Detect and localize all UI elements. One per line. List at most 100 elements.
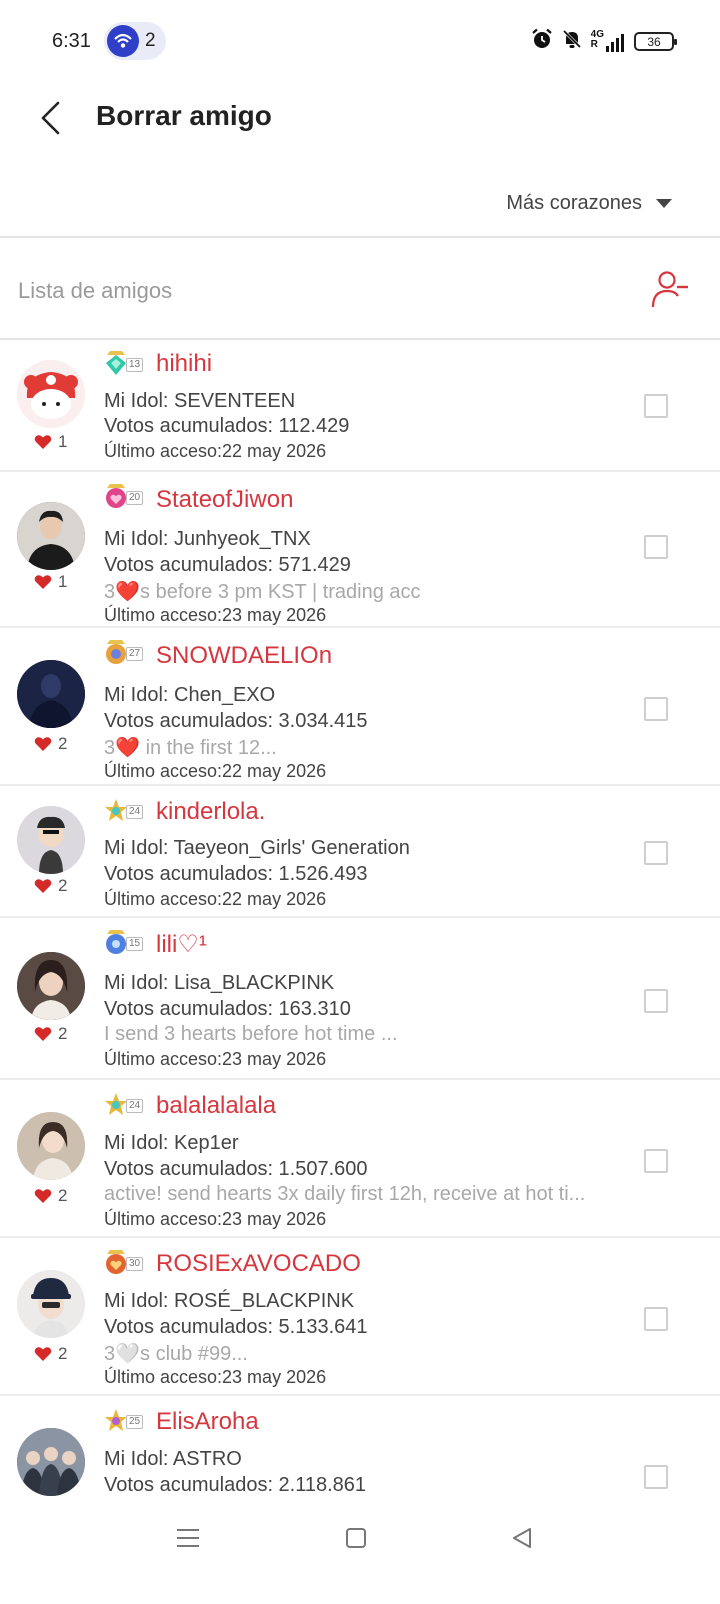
friend-status-message: I send 3 hearts before hot time ... bbox=[104, 1023, 398, 1045]
heart-count: 2 bbox=[34, 1344, 67, 1364]
friends-list-title: Lista de amigos bbox=[18, 278, 173, 303]
friend-status-message: 3❤️s before 3 pm KST | trading acc bbox=[104, 581, 421, 603]
friend-idol: Mi Idol: SEVENTEEN bbox=[104, 390, 296, 412]
signal-icon: 4G R bbox=[590, 29, 626, 52]
friend-idol: Mi Idol: Lisa_BLACKPINK bbox=[104, 972, 335, 994]
friend-votes: Votos acumulados: 3.034.415 bbox=[104, 710, 368, 732]
friend-votes: Votos acumulados: 1.507.600 bbox=[104, 1158, 368, 1180]
level-badge: 27 bbox=[104, 640, 150, 668]
friend-select-checkbox[interactable] bbox=[644, 535, 668, 559]
friend-select-checkbox[interactable] bbox=[644, 1465, 668, 1489]
status-time: 6:31 bbox=[52, 30, 91, 52]
alarm-icon bbox=[531, 28, 553, 55]
level-badge: 24 bbox=[104, 798, 150, 826]
menu-nav-button[interactable] bbox=[158, 1518, 218, 1558]
friend-row: 2 24 balalalalala Mi Idol: Kep1er Votos … bbox=[0, 1080, 720, 1238]
friends-list-header: Lista de amigos bbox=[0, 244, 720, 344]
remove-friend-button[interactable] bbox=[650, 270, 690, 310]
friend-select-checkbox[interactable] bbox=[644, 697, 668, 721]
heart-icon bbox=[34, 1347, 52, 1361]
heart-count: 1 bbox=[34, 432, 67, 452]
friend-name[interactable]: lili♡¹ bbox=[156, 930, 207, 959]
heart-icon bbox=[34, 435, 52, 449]
system-navigation-bar bbox=[0, 1500, 720, 1604]
friend-select-checkbox[interactable] bbox=[644, 1307, 668, 1331]
heart-count: 2 bbox=[34, 1186, 67, 1206]
friend-name[interactable]: ElisAroha bbox=[156, 1408, 259, 1436]
level-number: 27 bbox=[126, 647, 144, 661]
chevron-left-icon bbox=[41, 101, 60, 135]
avatar[interactable] bbox=[17, 806, 85, 874]
heart-badge-icon bbox=[106, 484, 126, 508]
friend-last-access: Último acceso:23 may 2026 bbox=[104, 605, 327, 625]
back-triangle-icon bbox=[513, 1528, 531, 1548]
hotspot-count: 2 bbox=[145, 30, 156, 51]
friend-idol: Mi Idol: Kep1er bbox=[104, 1132, 239, 1154]
hotspot-indicator: 2 bbox=[104, 22, 166, 60]
remove-user-icon bbox=[651, 271, 688, 308]
level-number: 20 bbox=[126, 491, 144, 505]
sort-dropdown[interactable]: Más corazones bbox=[506, 192, 672, 215]
back-button[interactable] bbox=[30, 96, 70, 140]
friend-select-checkbox[interactable] bbox=[644, 1149, 668, 1173]
friend-name[interactable]: ROSIExAVOCADO bbox=[156, 1250, 361, 1278]
star-badge-icon bbox=[105, 799, 127, 821]
friend-row: 25 ElisAroha Mi Idol: ASTRO Votos acumul… bbox=[0, 1396, 720, 1506]
friend-select-checkbox[interactable] bbox=[644, 841, 668, 865]
avatar[interactable] bbox=[17, 1428, 85, 1496]
level-number: 25 bbox=[126, 1415, 144, 1429]
sort-row: Más corazones bbox=[0, 186, 720, 236]
heart-icon bbox=[34, 1027, 52, 1041]
hotspot-icon bbox=[107, 25, 139, 57]
crown-badge-icon bbox=[106, 1250, 126, 1274]
friend-votes: Votos acumulados: 163.310 bbox=[104, 998, 351, 1020]
friend-status-message: 3❤️ in the first 12... bbox=[104, 737, 277, 759]
friend-votes: Votos acumulados: 2.118.861 bbox=[104, 1474, 367, 1496]
friend-last-access: Último acceso:23 may 2026 bbox=[104, 1367, 327, 1387]
friend-votes: Votos acumulados: 1.526.493 bbox=[104, 863, 368, 885]
page-title: Borrar amigo bbox=[96, 100, 272, 131]
level-badge: 15 bbox=[104, 930, 150, 958]
friend-row: 2 24 kinderlola. Mi Idol: Taeyeon_Girls'… bbox=[0, 786, 720, 918]
friend-row: 1 20 StateofJiwon Mi Idol: Junhyeok_TNX … bbox=[0, 472, 720, 628]
avatar[interactable] bbox=[17, 360, 85, 428]
sort-selected-label: Más corazones bbox=[506, 192, 642, 214]
heart-icon bbox=[34, 1189, 52, 1203]
avatar[interactable] bbox=[17, 1112, 85, 1180]
friend-name[interactable]: kinderlola. bbox=[156, 798, 265, 826]
avatar[interactable] bbox=[17, 502, 85, 570]
friend-last-access: Último acceso:23 may 2026 bbox=[104, 1209, 327, 1229]
avatar[interactable] bbox=[17, 952, 85, 1020]
mute-icon bbox=[561, 28, 583, 55]
friend-idol: Mi Idol: ASTRO bbox=[104, 1448, 242, 1470]
level-badge: 13 bbox=[104, 351, 150, 379]
home-nav-button[interactable] bbox=[326, 1518, 386, 1558]
friend-name[interactable]: SNOWDAELIOn bbox=[156, 642, 332, 670]
level-number: 13 bbox=[126, 358, 144, 372]
friend-idol: Mi Idol: Taeyeon_Girls' Generation bbox=[104, 837, 410, 859]
level-number: 24 bbox=[126, 1099, 144, 1113]
roaming-indicator: R bbox=[590, 38, 598, 50]
heart-count: 1 bbox=[34, 572, 67, 592]
sun-badge-icon bbox=[106, 640, 126, 664]
avatar[interactable] bbox=[17, 660, 85, 728]
friend-select-checkbox[interactable] bbox=[644, 989, 668, 1013]
level-number: 15 bbox=[126, 937, 144, 951]
friend-name[interactable]: balalalalala bbox=[156, 1092, 276, 1120]
star-badge-icon bbox=[105, 1409, 127, 1431]
friend-select-checkbox[interactable] bbox=[644, 394, 668, 418]
friend-name[interactable]: StateofJiwon bbox=[156, 486, 293, 514]
heart-count: 2 bbox=[34, 1024, 67, 1044]
friend-last-access: Último acceso:22 may 2026 bbox=[104, 889, 327, 909]
friend-name[interactable]: hihihi bbox=[156, 350, 212, 378]
avatar[interactable] bbox=[17, 1270, 85, 1338]
friend-idol: Mi Idol: Junhyeok_TNX bbox=[104, 528, 311, 550]
back-nav-button[interactable] bbox=[492, 1518, 552, 1558]
level-badge: 25 bbox=[104, 1408, 150, 1436]
home-square-icon bbox=[346, 1528, 366, 1548]
menu-icon bbox=[177, 1529, 199, 1547]
battery-icon: 36 bbox=[634, 32, 677, 51]
friend-row: 1 13 hihihi Mi Idol: SEVENTEEN Votos acu… bbox=[0, 348, 720, 472]
divider bbox=[0, 236, 720, 238]
status-bar: 6:31 2 4G R 36 bbox=[0, 0, 720, 84]
